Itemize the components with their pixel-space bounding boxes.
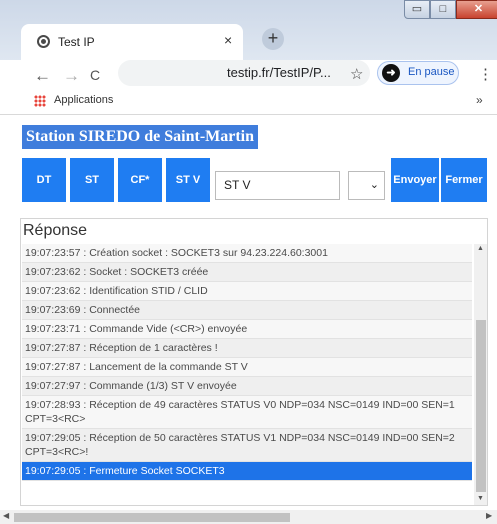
bookmarks-bar: Applications » <box>0 91 497 115</box>
vertical-scrollbar[interactable]: ▲ ▼ <box>474 244 487 505</box>
command-input[interactable]: ST V <box>215 171 340 200</box>
tab-title: Test IP <box>58 35 95 49</box>
profile-avatar-icon: ➜ <box>382 64 400 82</box>
list-item[interactable]: 19:07:27:97 : Commande (1/3) ST V envoyé… <box>22 377 472 396</box>
list-item[interactable]: 19:07:23:71 : Commande Vide (<CR>) envoy… <box>22 320 472 339</box>
tab-close-icon[interactable]: × <box>224 32 232 48</box>
st-v-button[interactable]: ST V <box>166 158 210 202</box>
horizontal-scroll-thumb[interactable] <box>14 513 290 522</box>
close-button[interactable]: Fermer <box>441 158 487 202</box>
globe-icon <box>37 35 50 48</box>
close-window-button[interactable]: ✕ <box>456 0 497 19</box>
url-text: testip.fr/TestIP/P... <box>227 65 331 80</box>
dt-button[interactable]: DT <box>22 158 66 202</box>
list-item[interactable]: 19:07:23:69 : Connectée <box>22 301 472 320</box>
minimize-button[interactable]: ▭ <box>404 0 430 19</box>
new-tab-button[interactable]: + <box>262 28 284 50</box>
list-item[interactable]: 19:07:27:87 : Lancement de la commande S… <box>22 358 472 377</box>
st-button[interactable]: ST <box>70 158 114 202</box>
cf-button[interactable]: CF* <box>118 158 162 202</box>
list-item[interactable]: 19:07:29:05 : Réception de 50 caractères… <box>22 429 472 462</box>
command-select[interactable]: ⌄ <box>348 171 385 200</box>
browser-toolbar: ← → C testip.fr/TestIP/P... ☆ ➜ En pause… <box>0 60 497 91</box>
list-item[interactable]: 19:07:28:93 : Réception de 49 caractères… <box>22 396 472 429</box>
list-item[interactable]: 19:07:23:57 : Création socket : SOCKET3 … <box>22 244 472 263</box>
scroll-thumb[interactable] <box>476 320 486 492</box>
sync-paused-button[interactable]: ➜ En pause <box>377 61 459 85</box>
back-arrow-icon[interactable]: ← <box>34 66 51 86</box>
forward-arrow-icon[interactable]: → <box>63 66 80 86</box>
station-title: Station SIREDO de Saint-Martin <box>22 125 259 149</box>
scroll-left-icon[interactable]: ◀ <box>3 511 9 520</box>
apps-bookmark[interactable]: Applications <box>54 94 113 106</box>
list-item[interactable]: 19:07:23:62 : Identification STID / CLID <box>22 282 472 301</box>
address-bar[interactable]: testip.fr/TestIP/P... <box>118 60 370 86</box>
reload-icon[interactable]: C <box>90 67 100 83</box>
menu-icon[interactable]: ⋮ <box>478 65 493 83</box>
bookmarks-overflow-icon[interactable]: » <box>476 93 483 107</box>
pause-label: En pause <box>408 66 455 78</box>
scroll-up-icon[interactable]: ▲ <box>477 245 484 252</box>
response-list[interactable]: 19:07:23:57 : Création socket : SOCKET3 … <box>22 244 472 481</box>
browser-titlebar: Test IP × + ▭ □ ✕ <box>0 0 497 60</box>
scroll-down-icon[interactable]: ▼ <box>477 495 484 502</box>
list-item[interactable]: 19:07:23:62 : Socket : SOCKET3 créée <box>22 263 472 282</box>
send-button[interactable]: Envoyer <box>391 158 439 202</box>
response-title: Réponse <box>23 222 88 239</box>
scroll-right-icon[interactable]: ▶ <box>486 511 492 520</box>
maximize-button[interactable]: □ <box>430 0 456 19</box>
browser-tab[interactable]: Test IP × <box>21 24 243 60</box>
bookmark-star-icon[interactable]: ☆ <box>350 65 363 83</box>
response-panel: Réponse 19:07:23:57 : Création socket : … <box>20 218 488 506</box>
list-item-selected[interactable]: 19:07:29:05 : Fermeture Socket SOCKET3 <box>22 462 472 481</box>
list-item[interactable]: 19:07:27:87 : Réception de 1 caractères … <box>22 339 472 358</box>
horizontal-scrollbar[interactable]: ◀ ▶ <box>0 510 497 524</box>
window-controls: ▭ □ ✕ <box>404 0 497 20</box>
apps-grid-icon[interactable] <box>34 95 46 107</box>
